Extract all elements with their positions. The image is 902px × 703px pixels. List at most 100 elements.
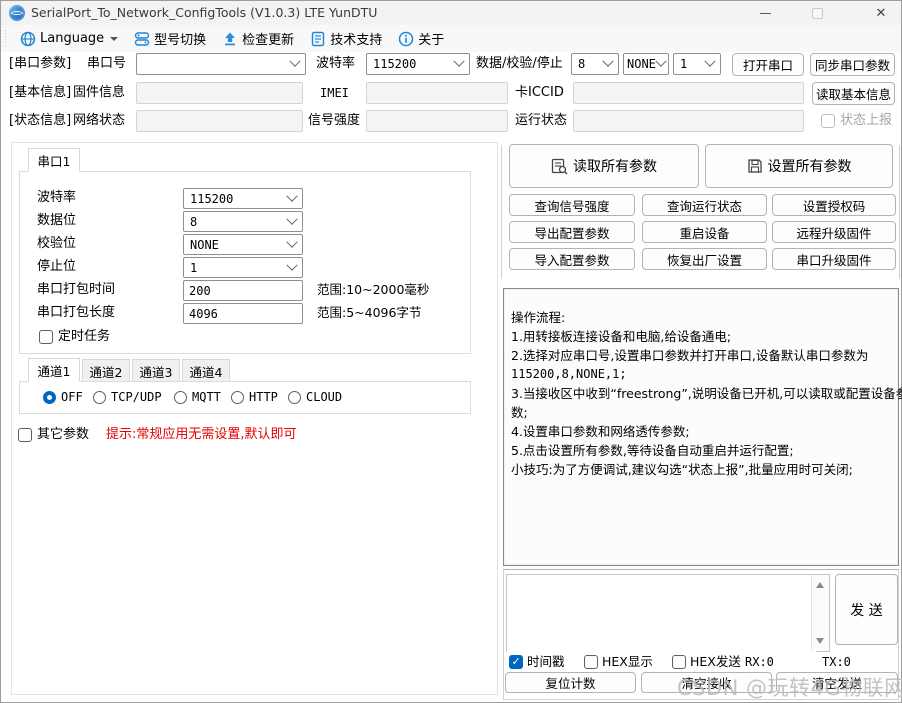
menu-language[interactable]: Language: [12, 25, 126, 52]
tab-channel-3[interactable]: 通道3: [132, 359, 180, 382]
send-button[interactable]: 发 送: [835, 574, 898, 645]
sync-serial-params-button[interactable]: 同步串口参数: [810, 53, 895, 76]
databits-select[interactable]: 8: [571, 53, 619, 75]
title-bar: SerialPort_To_Network_ConfigTools (V1.0.…: [1, 1, 901, 25]
set-authcode-button[interactable]: 设置授权码: [772, 194, 896, 216]
tab-channel-4[interactable]: 通道4: [182, 359, 230, 382]
timestamp-checkbox[interactable]: [509, 655, 523, 669]
pack-time-input[interactable]: [183, 280, 303, 301]
firmware-field: [136, 82, 303, 104]
pack-length-input[interactable]: [183, 303, 303, 324]
stopbits-select[interactable]: 1: [673, 53, 721, 75]
serial-upgrade-button[interactable]: 串口升级固件: [772, 248, 896, 270]
menu-model-switch[interactable]: 型号切换: [126, 25, 214, 52]
clear-send-button[interactable]: 清空发送: [776, 672, 898, 693]
menu-check-update[interactable]: 检查更新: [214, 25, 302, 52]
reset-count-button[interactable]: 复位计数: [505, 672, 636, 693]
export-config-button[interactable]: 导出配置参数: [509, 221, 635, 243]
minimize-button[interactable]: [745, 1, 785, 25]
port-select[interactable]: [136, 53, 306, 75]
read-all-params-button[interactable]: 读取所有参数: [509, 144, 699, 188]
instruction-line: 5.点击设置所有参数,等待设备自动重启并运行配置;: [511, 441, 891, 460]
mode-mqtt-radio[interactable]: [174, 391, 187, 404]
scroll-up-icon[interactable]: [816, 582, 824, 588]
query-signal-button[interactable]: 查询信号强度: [509, 194, 635, 216]
menu-check-update-label: 检查更新: [242, 29, 294, 48]
field-label: 波特率: [37, 187, 76, 209]
timer-task-checkbox[interactable]: [39, 330, 53, 344]
remote-upgrade-button[interactable]: 远程升级固件: [772, 221, 896, 243]
chevron-down-icon: [289, 56, 300, 67]
serial1-baud-select[interactable]: 115200: [183, 188, 303, 209]
scroll-down-icon[interactable]: [816, 638, 824, 644]
instruction-line: 4.设置串口参数和网络透传参数;: [511, 422, 891, 441]
other-params-label: 其它参数: [37, 424, 89, 446]
read-basic-info-button[interactable]: 读取基本信息: [812, 82, 895, 105]
field-label: 串口打包时间: [37, 279, 115, 301]
document-search-icon: [551, 158, 568, 175]
mode-tcpudp-radio[interactable]: [93, 391, 106, 404]
factory-reset-button[interactable]: 恢复出厂设置: [642, 248, 767, 270]
send-scrollbar[interactable]: [811, 575, 829, 651]
instruction-line: 115200,8,NONE,1;: [511, 365, 891, 384]
set-all-params-button[interactable]: 设置所有参数: [705, 144, 893, 188]
hex-send-checkbox[interactable]: [672, 655, 686, 669]
chevron-down-icon: [655, 56, 666, 67]
mode-mqtt-label: MQTT: [192, 386, 221, 408]
send-textarea-frame: [506, 574, 830, 652]
close-button[interactable]: ✕: [859, 1, 902, 25]
set-all-params-label: 设置所有参数: [768, 156, 852, 176]
chevron-down-icon: [704, 56, 715, 67]
mode-http-radio[interactable]: [231, 391, 244, 404]
send-input[interactable]: [507, 575, 816, 655]
mode-cloud-radio[interactable]: [288, 391, 301, 404]
timestamp-label: 时间戳: [527, 651, 565, 673]
chevron-down-icon: [453, 56, 464, 67]
menu-bar: Language 型号切换 检查更新 技术支持 关于: [1, 25, 901, 52]
run-status-label: 运行状态: [515, 110, 567, 132]
query-run-status-button[interactable]: 查询运行状态: [642, 194, 767, 216]
open-port-button[interactable]: 打开串口: [732, 53, 804, 76]
menu-tech-support-label: 技术支持: [330, 29, 382, 48]
firmware-label: 固件信息: [73, 82, 125, 104]
import-config-button[interactable]: 导入配置参数: [509, 248, 635, 270]
instruction-line: 1.用转接板连接设备和电脑,给设备通电;: [511, 327, 891, 346]
menu-tech-support[interactable]: 技术支持: [302, 25, 390, 52]
mode-off-radio[interactable]: [43, 391, 56, 404]
run-status-field: [573, 110, 804, 132]
serial-group-label: [串口参数]: [9, 53, 71, 75]
field-label: 停止位: [37, 256, 76, 278]
serial1-stopbits-select[interactable]: 1: [183, 257, 303, 278]
serial1-databits-select[interactable]: 8: [183, 211, 303, 232]
chevron-down-icon: [286, 236, 297, 247]
tab-serial-1[interactable]: 串口1: [28, 148, 80, 172]
hex-display-checkbox[interactable]: [584, 655, 598, 669]
model-switch-icon: [134, 31, 150, 47]
reboot-device-button[interactable]: 重启设备: [642, 221, 767, 243]
menu-about-label: 关于: [418, 29, 444, 48]
instruction-line: 操作流程:: [511, 308, 891, 327]
divider: [899, 145, 900, 279]
chevron-down-icon: [286, 259, 297, 270]
tab-channel-1[interactable]: 通道1: [28, 358, 80, 382]
baud-select[interactable]: 115200: [366, 53, 470, 75]
hex-display-label: HEX显示: [602, 651, 653, 673]
maximize-button[interactable]: [797, 1, 837, 25]
tab-channel-2[interactable]: 通道2: [82, 359, 130, 382]
instruction-line: 小技巧:为了方便调试,建议勾选“状态上报”,批量应用时可关闭;: [511, 460, 891, 479]
clear-receive-button[interactable]: 清空接收: [641, 672, 772, 693]
parity-select[interactable]: NONE: [623, 53, 669, 75]
chevron-down-icon: [110, 37, 118, 41]
status-report-label: 状态上报: [840, 110, 892, 132]
channel-mode-group: [19, 381, 471, 414]
other-params-checkbox[interactable]: [18, 428, 32, 442]
document-icon: [310, 31, 326, 47]
menu-language-label: Language: [40, 31, 104, 46]
chevron-down-icon: [286, 190, 297, 201]
menu-about[interactable]: 关于: [390, 25, 452, 52]
maximize-icon: [812, 8, 823, 19]
menu-model-switch-label: 型号切换: [154, 29, 206, 48]
parity-value: NONE: [627, 57, 656, 71]
tx-counter: TX:0: [822, 651, 851, 673]
serial1-parity-select[interactable]: NONE: [183, 234, 303, 255]
